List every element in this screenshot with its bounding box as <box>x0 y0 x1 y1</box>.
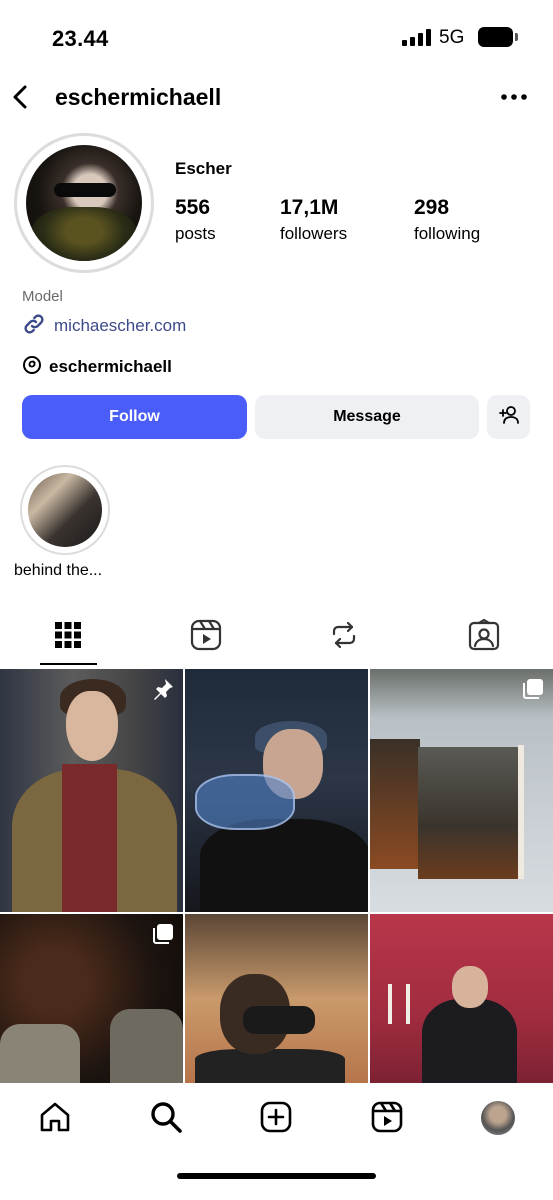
reels-nav-icon[interactable] <box>369 1099 405 1135</box>
status-bar: 23.44 5G <box>0 0 553 80</box>
following-count: 298 <box>414 196 450 219</box>
highlight-cover <box>28 473 102 547</box>
home-indicator <box>177 1173 376 1179</box>
link-icon <box>22 312 46 341</box>
posts-stat: 556 posts <box>175 196 216 244</box>
reels-icon <box>188 619 224 657</box>
profile-category: Model <box>22 288 63 305</box>
post-tile[interactable] <box>370 914 553 1083</box>
post-tile[interactable] <box>370 669 553 912</box>
network-type: 5G <box>439 27 465 48</box>
post-tile[interactable] <box>185 669 368 912</box>
threads-badge[interactable]: eschermichaell <box>22 354 172 380</box>
message-button[interactable]: Message <box>255 395 479 439</box>
signal-icon <box>402 29 432 46</box>
search-icon[interactable] <box>148 1099 184 1135</box>
bio-link[interactable]: michaescher.com <box>22 313 186 339</box>
status-time: 23.44 <box>52 26 109 51</box>
tab-tagged[interactable] <box>466 617 502 653</box>
grid-icon <box>50 622 86 657</box>
tab-posts-grid[interactable] <box>50 617 86 653</box>
followers-label: followers <box>280 224 348 243</box>
tagged-user-icon <box>466 618 502 657</box>
display-name: Escher <box>175 159 232 178</box>
pin-icon <box>151 677 175 701</box>
post-tile[interactable] <box>0 914 183 1083</box>
threads-icon <box>22 355 42 380</box>
follow-button[interactable]: Follow <box>22 395 247 439</box>
following-stat[interactable]: 298 following <box>414 196 480 244</box>
carousel-icon <box>521 677 545 701</box>
following-label: following <box>414 224 481 243</box>
create-post-icon[interactable] <box>258 1099 294 1135</box>
back-icon[interactable] <box>8 84 34 110</box>
profile-nav-avatar[interactable] <box>481 1101 515 1135</box>
home-icon[interactable] <box>37 1099 73 1135</box>
active-tab-indicator <box>40 663 97 665</box>
post-tile[interactable] <box>185 914 368 1083</box>
tab-reels[interactable] <box>188 617 224 653</box>
repost-icon <box>326 621 362 657</box>
followers-count: 17,1M <box>280 196 339 219</box>
highlight-label: behind the... <box>14 562 103 579</box>
add-person-icon <box>498 404 520 431</box>
story-highlight[interactable] <box>20 465 110 555</box>
tab-reposts[interactable] <box>326 617 362 653</box>
posts-grid <box>0 669 553 1083</box>
profile-photo <box>26 145 142 261</box>
bottom-navigation <box>0 1085 553 1200</box>
followers-stat[interactable]: 17,1M followers <box>280 196 347 244</box>
suggested-users-button[interactable] <box>487 395 530 439</box>
battery-icon <box>478 27 518 47</box>
carousel-icon <box>151 922 175 946</box>
threads-handle: eschermichaell <box>49 357 172 376</box>
posts-label: posts <box>175 224 216 243</box>
more-options-icon[interactable] <box>498 86 530 108</box>
post-tile[interactable] <box>0 669 183 912</box>
profile-username: eschermichaell <box>55 84 222 110</box>
profile-avatar[interactable] <box>14 133 154 273</box>
bio-link-text: michaescher.com <box>54 316 187 335</box>
posts-count: 556 <box>175 196 211 219</box>
